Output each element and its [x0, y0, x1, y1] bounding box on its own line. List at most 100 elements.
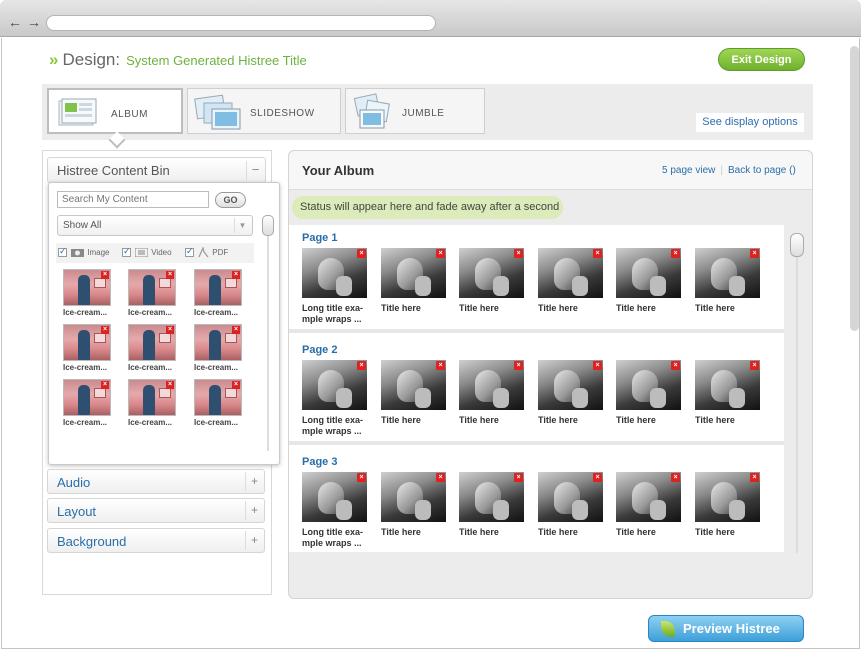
- bin-scroll-thumb[interactable]: [262, 215, 274, 236]
- photo-thumbnail[interactable]: ×: [302, 248, 367, 298]
- filter-image[interactable]: Image: [58, 245, 109, 259]
- photo-card[interactable]: × Title here: [695, 360, 760, 426]
- remove-icon[interactable]: ×: [166, 326, 174, 334]
- bin-thumbnail[interactable]: ×: [63, 269, 111, 306]
- remove-icon[interactable]: ×: [166, 381, 174, 389]
- remove-icon[interactable]: ×: [357, 249, 366, 258]
- photo-thumbnail[interactable]: ×: [459, 360, 524, 410]
- photo-card[interactable]: × Title here: [538, 472, 603, 538]
- accordion-layout[interactable]: Layout +: [47, 498, 265, 523]
- forward-arrow-icon[interactable]: →: [27, 15, 41, 29]
- address-bar[interactable]: [46, 15, 436, 31]
- photo-card[interactable]: × Long title exa- mple wraps ...: [302, 360, 367, 437]
- remove-icon[interactable]: ×: [166, 271, 174, 279]
- bin-item[interactable]: × Ice-cream...: [194, 324, 244, 372]
- remove-icon[interactable]: ×: [593, 473, 602, 482]
- collapse-icon[interactable]: −: [246, 161, 264, 180]
- bin-thumbnail[interactable]: ×: [194, 379, 242, 416]
- remove-icon[interactable]: ×: [232, 271, 240, 279]
- remove-icon[interactable]: ×: [232, 381, 240, 389]
- back-arrow-icon[interactable]: ←: [8, 15, 22, 29]
- remove-icon[interactable]: ×: [357, 361, 366, 370]
- bin-scrollbar[interactable]: [262, 215, 274, 453]
- remove-icon[interactable]: ×: [750, 249, 759, 258]
- back-to-page-link[interactable]: Back to page (): [728, 165, 796, 176]
- photo-thumbnail[interactable]: ×: [302, 472, 367, 522]
- bin-item[interactable]: × Ice-cream...: [194, 269, 244, 317]
- remove-icon[interactable]: ×: [750, 473, 759, 482]
- photo-thumbnail[interactable]: ×: [538, 472, 603, 522]
- expand-icon[interactable]: +: [245, 501, 263, 520]
- photo-thumbnail[interactable]: ×: [459, 248, 524, 298]
- photo-card[interactable]: × Title here: [381, 248, 446, 314]
- expand-icon[interactable]: +: [245, 472, 263, 491]
- photo-thumbnail[interactable]: ×: [302, 360, 367, 410]
- photo-card[interactable]: × Title here: [459, 472, 524, 538]
- bin-thumbnail[interactable]: ×: [128, 379, 176, 416]
- photo-thumbnail[interactable]: ×: [695, 360, 760, 410]
- remove-icon[interactable]: ×: [232, 326, 240, 334]
- photo-card[interactable]: × Title here: [459, 360, 524, 426]
- page-view-link[interactable]: 5 page view: [662, 165, 715, 176]
- remove-icon[interactable]: ×: [101, 326, 109, 334]
- remove-icon[interactable]: ×: [593, 249, 602, 258]
- remove-icon[interactable]: ×: [750, 361, 759, 370]
- photo-thumbnail[interactable]: ×: [616, 472, 681, 522]
- bin-item[interactable]: × Ice-cream...: [194, 379, 244, 427]
- remove-icon[interactable]: ×: [514, 473, 523, 482]
- bin-thumbnail[interactable]: ×: [63, 324, 111, 361]
- search-content-input[interactable]: [57, 191, 209, 208]
- preview-histree-button[interactable]: Preview Histree: [648, 615, 804, 642]
- remove-icon[interactable]: ×: [514, 249, 523, 258]
- photo-card[interactable]: × Title here: [616, 360, 681, 426]
- bin-item[interactable]: × Ice-cream...: [128, 324, 178, 372]
- bin-item[interactable]: × Ice-cream...: [63, 379, 113, 427]
- remove-icon[interactable]: ×: [593, 361, 602, 370]
- accordion-background[interactable]: Background +: [47, 528, 265, 553]
- filter-video[interactable]: Video: [122, 245, 172, 259]
- filter-pdf[interactable]: PDF: [185, 245, 228, 259]
- photo-thumbnail[interactable]: ×: [459, 472, 524, 522]
- photo-card[interactable]: × Long title exa- mple wraps ...: [302, 472, 367, 549]
- photo-thumbnail[interactable]: ×: [616, 248, 681, 298]
- photo-card[interactable]: × Title here: [381, 472, 446, 538]
- tab-slideshow[interactable]: SLIDESHOW: [187, 88, 341, 134]
- expand-icon[interactable]: +: [245, 531, 263, 550]
- bin-thumbnail[interactable]: ×: [128, 324, 176, 361]
- photo-card[interactable]: × Title here: [695, 472, 760, 538]
- remove-icon[interactable]: ×: [671, 249, 680, 258]
- accordion-audio[interactable]: Audio +: [47, 469, 265, 494]
- video-checkbox[interactable]: [122, 245, 131, 258]
- tab-album[interactable]: ALBUM: [47, 88, 183, 149]
- album-scrollbar[interactable]: [790, 233, 804, 553]
- page-scrollbar[interactable]: [850, 46, 859, 331]
- photo-thumbnail[interactable]: ×: [538, 360, 603, 410]
- bin-thumbnail[interactable]: ×: [194, 324, 242, 361]
- remove-icon[interactable]: ×: [514, 361, 523, 370]
- photo-card[interactable]: × Title here: [616, 472, 681, 538]
- content-bin-header[interactable]: Histree Content Bin −: [47, 157, 266, 183]
- photo-thumbnail[interactable]: ×: [381, 248, 446, 298]
- go-button[interactable]: GO: [215, 192, 246, 208]
- photo-card[interactable]: × Title here: [616, 248, 681, 314]
- bin-item[interactable]: × Ice-cream...: [128, 269, 178, 317]
- remove-icon[interactable]: ×: [357, 473, 366, 482]
- album-scroll-thumb[interactable]: [790, 233, 804, 257]
- tab-jumble[interactable]: JUMBLE: [345, 88, 485, 134]
- see-display-options-link[interactable]: See display options: [696, 113, 804, 132]
- photo-card[interactable]: × Title here: [538, 248, 603, 314]
- remove-icon[interactable]: ×: [436, 361, 445, 370]
- photo-thumbnail[interactable]: ×: [695, 248, 760, 298]
- bin-thumbnail[interactable]: ×: [128, 269, 176, 306]
- bin-thumbnail[interactable]: ×: [194, 269, 242, 306]
- remove-icon[interactable]: ×: [101, 271, 109, 279]
- content-filter-select[interactable]: Show All ▼: [57, 215, 253, 236]
- bin-item[interactable]: × Ice-cream...: [63, 324, 113, 372]
- photo-thumbnail[interactable]: ×: [381, 360, 446, 410]
- remove-icon[interactable]: ×: [671, 361, 680, 370]
- bin-item[interactable]: × Ice-cream...: [63, 269, 113, 317]
- photo-card[interactable]: × Title here: [381, 360, 446, 426]
- photo-card[interactable]: × Long title exa- mple wraps ...: [302, 248, 367, 325]
- image-checkbox[interactable]: [58, 245, 67, 258]
- photo-thumbnail[interactable]: ×: [381, 472, 446, 522]
